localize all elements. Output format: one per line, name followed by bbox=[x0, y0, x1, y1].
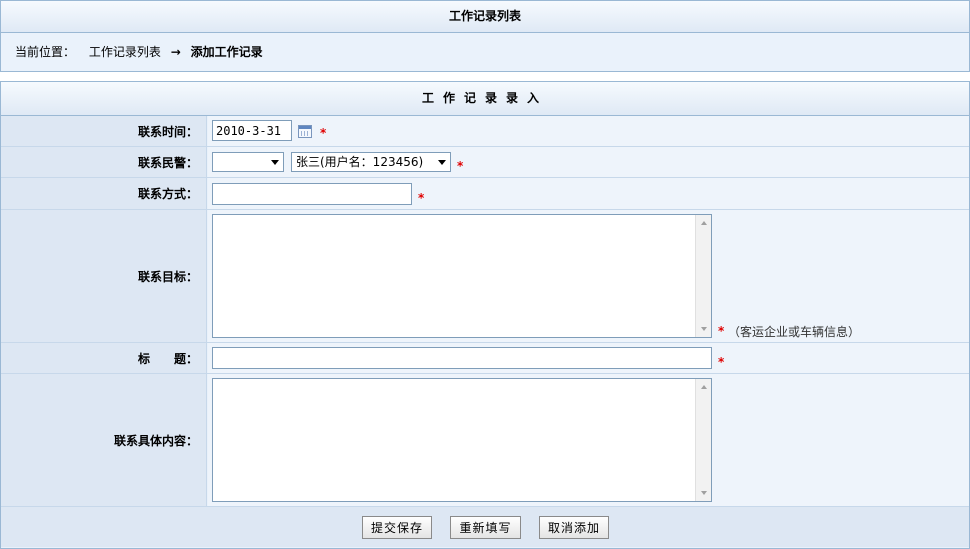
contact-time-row: 联系时间： * bbox=[1, 116, 969, 147]
reset-form-button[interactable]: 重新填写 bbox=[450, 516, 521, 539]
required-mark: * bbox=[718, 355, 725, 369]
details-label: 联系具体内容： bbox=[1, 374, 207, 506]
scrollbar[interactable] bbox=[695, 379, 711, 501]
police-officer-select[interactable]: 张三(用户名：123456) bbox=[291, 152, 451, 172]
chevron-down-icon bbox=[271, 160, 279, 165]
work-record-list-panel: 工作记录列表 当前位置： 工作记录列表 → 添加工作记录 bbox=[0, 0, 970, 72]
required-mark: * bbox=[718, 324, 725, 338]
contact-target-row: 联系目标： * （客运企业或车辆信息） bbox=[1, 210, 969, 343]
contact-time-input[interactable] bbox=[212, 120, 292, 141]
contact-method-input[interactable] bbox=[212, 183, 412, 205]
contact-time-label: 联系时间： bbox=[1, 116, 207, 146]
contact-police-row: 联系民警： 张三(用户名：123456) * bbox=[1, 147, 969, 178]
police-unit-select[interactable] bbox=[212, 152, 284, 172]
scroll-up-icon[interactable] bbox=[701, 221, 707, 225]
calendar-icon[interactable] bbox=[298, 125, 312, 138]
police-officer-select-value: 张三(用户名：123456) bbox=[296, 155, 424, 169]
scroll-down-icon[interactable] bbox=[701, 491, 707, 495]
scroll-down-icon[interactable] bbox=[701, 327, 707, 331]
details-row: 联系具体内容： bbox=[1, 374, 969, 507]
breadcrumb-current: 添加工作记录 bbox=[190, 45, 263, 59]
subject-label: 标 题： bbox=[1, 343, 207, 373]
contact-method-row: 联系方式： * bbox=[1, 178, 969, 210]
required-mark: * bbox=[457, 159, 464, 173]
scroll-up-icon[interactable] bbox=[701, 385, 707, 389]
submit-save-button[interactable]: 提交保存 bbox=[362, 516, 432, 539]
work-record-entry-form: 工作记录录入 联系时间： * 联系民警： 张三(用户名：123456) * 联系… bbox=[0, 81, 970, 549]
contact-method-label: 联系方式： bbox=[1, 178, 207, 209]
chevron-down-icon bbox=[438, 160, 446, 165]
contact-police-label: 联系民警： bbox=[1, 147, 207, 177]
breadcrumb-link-list[interactable]: 工作记录列表 bbox=[89, 45, 161, 59]
location-label: 当前位置： bbox=[15, 45, 76, 59]
form-title: 工作记录录入 bbox=[1, 82, 969, 116]
contact-target-hint: （客运企业或车辆信息） bbox=[728, 325, 861, 339]
scrollbar[interactable] bbox=[695, 215, 711, 337]
required-mark: * bbox=[418, 191, 425, 205]
details-textarea[interactable] bbox=[212, 378, 712, 502]
list-panel-title: 工作记录列表 bbox=[1, 1, 969, 33]
subject-row: 标 题： * bbox=[1, 343, 969, 374]
subject-input[interactable] bbox=[212, 347, 712, 369]
required-mark: * bbox=[320, 126, 327, 140]
contact-target-textarea[interactable] bbox=[212, 214, 712, 338]
breadcrumb: 当前位置： 工作记录列表 → 添加工作记录 bbox=[15, 43, 263, 60]
cancel-add-button[interactable]: 取消添加 bbox=[539, 516, 609, 539]
form-button-bar: 提交保存 重新填写 取消添加 bbox=[1, 507, 969, 547]
contact-target-label: 联系目标： bbox=[1, 210, 207, 342]
breadcrumb-arrow-icon: → bbox=[170, 45, 181, 59]
